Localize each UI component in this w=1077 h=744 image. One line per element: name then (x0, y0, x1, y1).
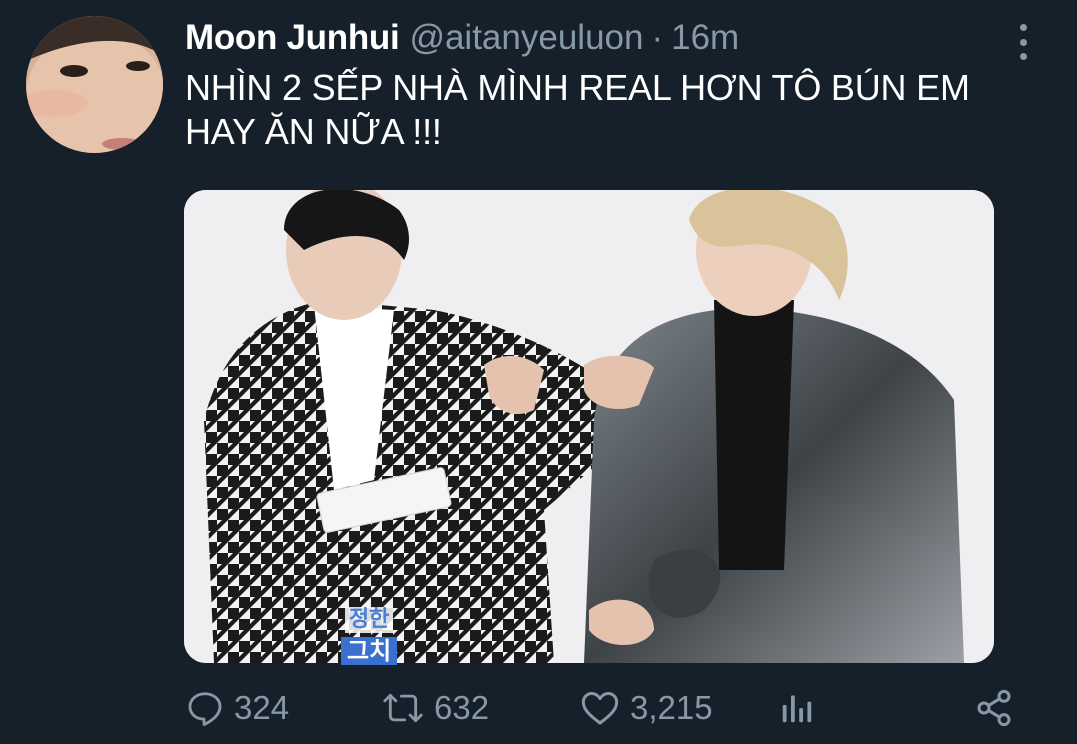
reply-icon (188, 692, 222, 727)
tweet-text-line: NHÌN 2 SẾP NHÀ MÌNH REAL HƠN TÔ BÚN EM (185, 67, 970, 108)
user-handle[interactable]: @aitanyeuluon (409, 18, 643, 58)
analytics-button[interactable] (778, 680, 816, 736)
like-button[interactable]: 3,215 (580, 680, 713, 736)
avatar[interactable] (26, 16, 163, 153)
like-icon (581, 692, 619, 725)
like-count: 3,215 (630, 689, 713, 726)
share-button[interactable] (974, 680, 1014, 736)
separator-dot: · (651, 18, 664, 57)
timestamp[interactable]: 16m (671, 18, 739, 58)
reply-button[interactable]: 324 (186, 680, 289, 736)
retweet-count: 632 (434, 689, 490, 726)
tweet-actions: 324 632 3,215 (0, 680, 1077, 736)
photo-image (184, 190, 994, 663)
caption-speaker: 정한 (344, 607, 394, 633)
tweet-text-line: HAY ĂN NỮA !!! (185, 111, 442, 152)
analytics-icon (782, 695, 812, 723)
tweet-card[interactable]: Moon Junhui @aitanyeuluon · 16m NHÌN 2 S… (0, 0, 1077, 744)
share-icon (977, 689, 1011, 727)
caption-text: 그치 (341, 637, 398, 665)
display-name[interactable]: Moon Junhui (185, 18, 400, 58)
more-vertical-icon[interactable] (1015, 24, 1031, 60)
video-caption: 정한 그치 (341, 607, 398, 665)
reply-count: 324 (234, 689, 290, 726)
retweet-icon (383, 693, 423, 723)
retweet-button[interactable]: 632 (382, 680, 489, 736)
tweet-header: Moon Junhui @aitanyeuluon · 16m (185, 18, 739, 62)
tweet-text: NHÌN 2 SẾP NHÀ MÌNH REAL HƠN TÔ BÚN EM H… (185, 66, 1055, 154)
avatar-image (26, 16, 163, 153)
tweet-media-photo[interactable] (184, 190, 994, 663)
